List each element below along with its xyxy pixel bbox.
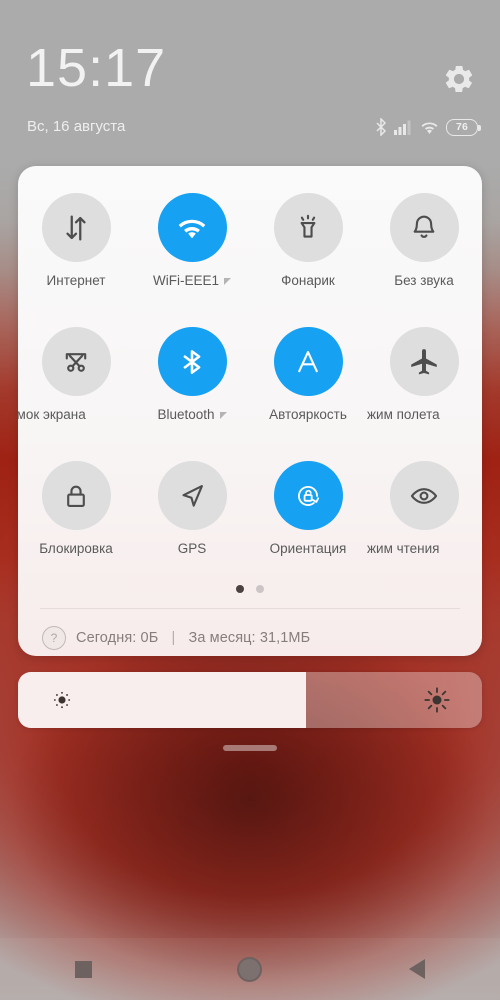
tile-silent[interactable]: Без звука bbox=[366, 180, 482, 314]
data-usage-separator: | bbox=[171, 630, 176, 646]
battery-level-label: 76 bbox=[455, 121, 469, 133]
tile-label: имок экрана bbox=[18, 407, 86, 422]
data-transfer-icon bbox=[66, 215, 86, 240]
tile-label: Ориентация bbox=[269, 541, 347, 556]
tile-silent-circle[interactable] bbox=[389, 193, 459, 262]
tile-orientation-label-row: Ориентация bbox=[250, 541, 366, 556]
navigation-arrow-icon bbox=[182, 484, 203, 507]
tile-airplane-mode-label-row: жим полета bbox=[367, 407, 482, 422]
status-bar-icons: 76 bbox=[375, 118, 481, 136]
page-dot-2[interactable] bbox=[256, 585, 264, 593]
tile-bluetooth-label-row: Bluetooth bbox=[134, 407, 250, 422]
brightness-high-icon bbox=[424, 687, 450, 713]
quick-settings-tiles: Интернет WiFi-EEE1 Фонарик Без звука мок… bbox=[18, 180, 482, 582]
tile-label: Без звука bbox=[394, 273, 454, 288]
eye-icon bbox=[410, 487, 438, 504]
home-button[interactable] bbox=[220, 944, 280, 994]
page-indicator bbox=[18, 585, 482, 593]
battery-icon: 76 bbox=[446, 118, 481, 136]
data-usage-today: Сегодня: 0Б bbox=[76, 630, 159, 646]
quick-settings-panel: Интернет WiFi-EEE1 Фонарик Без звука мок… bbox=[18, 166, 482, 656]
recents-square-icon bbox=[74, 960, 92, 978]
brightness-low-icon bbox=[53, 691, 71, 709]
airplane-icon bbox=[411, 348, 437, 374]
tile-screenshot[interactable]: имок экрана bbox=[18, 314, 134, 448]
tile-screenshot-circle[interactable] bbox=[41, 327, 111, 396]
flashlight-icon bbox=[300, 214, 316, 238]
tile-label: GPS bbox=[177, 541, 207, 556]
tile-wifi[interactable]: WiFi-EEE1 bbox=[134, 180, 250, 314]
tile-auto-brightness-label-row: Автояркость bbox=[250, 407, 366, 422]
tile-label: Интернет bbox=[46, 273, 106, 288]
data-usage-month: За месяц: 31,1МБ bbox=[188, 630, 311, 646]
tile-gps[interactable]: GPS bbox=[134, 448, 250, 582]
tile-silent-label-row: Без звука bbox=[366, 273, 482, 288]
question-mark-icon[interactable]: ? bbox=[42, 626, 66, 650]
data-usage-text: Сегодня: 0Б | За месяц: 31,1МБ bbox=[76, 630, 310, 646]
tile-label: жим полета bbox=[367, 407, 440, 422]
lock-icon bbox=[67, 485, 85, 507]
tile-label: Bluetooth bbox=[157, 407, 215, 422]
tile-internet-label-row: Интернет bbox=[18, 273, 134, 288]
tile-airplane-mode-circle[interactable] bbox=[389, 327, 459, 396]
panel-divider bbox=[40, 608, 460, 609]
wifi-icon bbox=[178, 219, 206, 238]
brightness-slider[interactable] bbox=[18, 672, 482, 728]
tile-lock-circle[interactable] bbox=[41, 461, 111, 530]
tile-flashlight-label-row: Фонарик bbox=[250, 273, 366, 288]
auto-brightness-icon bbox=[298, 350, 318, 372]
tile-flashlight-circle[interactable] bbox=[273, 193, 343, 262]
tile-reading-mode-circle[interactable] bbox=[389, 461, 459, 530]
tile-label: WiFi-EEE1 bbox=[152, 273, 219, 288]
bell-icon bbox=[413, 215, 435, 238]
tile-wifi-label-row: WiFi-EEE1 bbox=[134, 273, 250, 288]
tile-auto-brightness[interactable]: Автояркость bbox=[250, 314, 366, 448]
tile-label: Фонарик bbox=[281, 273, 335, 288]
tile-internet-circle[interactable] bbox=[41, 193, 111, 262]
tile-orientation-circle[interactable] bbox=[273, 461, 343, 530]
tile-reading-mode[interactable]: жим чтения bbox=[366, 448, 482, 582]
tile-bluetooth[interactable]: Bluetooth bbox=[134, 314, 250, 448]
tile-lock-label-row: Блокировка bbox=[18, 541, 134, 556]
question-mark-glyph: ? bbox=[50, 631, 58, 645]
tile-auto-brightness-circle[interactable] bbox=[273, 327, 343, 396]
navigation-bar bbox=[0, 938, 500, 1000]
tile-reading-mode-label-row: жим чтения bbox=[367, 541, 482, 556]
tile-orientation[interactable]: Ориентация bbox=[250, 448, 366, 582]
chevron-expand-icon[interactable] bbox=[219, 412, 227, 419]
tile-gps-circle[interactable] bbox=[157, 461, 227, 530]
page-dot-1[interactable] bbox=[236, 585, 244, 593]
back-triangle-icon bbox=[408, 959, 425, 979]
clock: 15:17 bbox=[26, 38, 167, 98]
tile-label: жим чтения bbox=[367, 541, 440, 556]
tile-gps-label-row: GPS bbox=[134, 541, 250, 556]
bluetooth-icon bbox=[376, 118, 387, 136]
chevron-expand-icon[interactable] bbox=[224, 278, 231, 285]
status-header: 15:17 Вс, 16 августа 76 bbox=[0, 0, 500, 160]
tile-label: Автояркость bbox=[269, 407, 347, 422]
rotation-lock-icon bbox=[298, 485, 320, 506]
panel-drag-handle[interactable] bbox=[223, 745, 277, 751]
tile-screenshot-label-row: имок экрана bbox=[18, 407, 125, 422]
home-circle-icon bbox=[237, 956, 263, 982]
recents-button[interactable] bbox=[53, 944, 113, 994]
tile-airplane-mode[interactable]: жим полета bbox=[366, 314, 482, 448]
bluetooth-icon bbox=[183, 349, 201, 374]
tile-internet[interactable]: Интернет bbox=[18, 180, 134, 314]
date-label: Вс, 16 августа bbox=[27, 118, 126, 135]
tile-bluetooth-circle[interactable] bbox=[157, 327, 227, 396]
wifi-icon bbox=[421, 121, 438, 134]
tile-lock[interactable]: Блокировка bbox=[18, 448, 134, 582]
tile-wifi-circle[interactable] bbox=[157, 193, 227, 262]
back-button[interactable] bbox=[387, 944, 447, 994]
tile-label: Блокировка bbox=[39, 541, 113, 556]
tile-flashlight[interactable]: Фонарик bbox=[250, 180, 366, 314]
gear-icon[interactable] bbox=[442, 62, 476, 96]
screenshot-icon bbox=[65, 352, 87, 372]
cellular-signal-icon bbox=[394, 120, 411, 135]
data-usage-row[interactable]: ? Сегодня: 0Б | За месяц: 31,1МБ bbox=[42, 621, 310, 655]
